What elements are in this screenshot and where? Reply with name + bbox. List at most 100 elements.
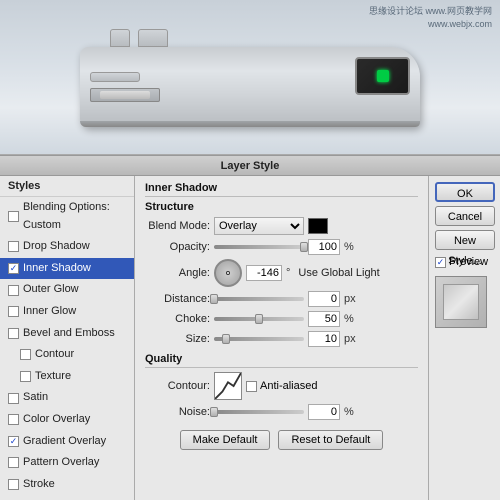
- style-item-blending-options[interactable]: Blending Options: Custom: [0, 197, 134, 236]
- choke-input[interactable]: [308, 311, 340, 327]
- noise-row: Noise: %: [145, 404, 418, 420]
- quality-section: Quality Contour: Anti-aliased: [145, 353, 418, 420]
- choke-row: Choke: %: [145, 311, 418, 327]
- angle-dial[interactable]: [214, 259, 242, 287]
- checkbox-satin[interactable]: [8, 393, 19, 404]
- noise-label: Noise:: [145, 406, 210, 418]
- blend-mode-row: Blend Mode: Overlay Normal Multiply Scre…: [145, 217, 418, 235]
- preview-row: ✓ Preview: [435, 256, 494, 268]
- checkbox-texture[interactable]: [20, 371, 31, 382]
- settings-panel: Inner Shadow Structure Blend Mode: Overl…: [135, 176, 428, 500]
- distance-slider[interactable]: [214, 297, 304, 301]
- style-label-texture: Texture: [35, 368, 71, 386]
- make-default-button[interactable]: Make Default: [180, 430, 271, 450]
- noise-input[interactable]: [308, 404, 340, 420]
- camera-body: [80, 47, 420, 127]
- angle-dot: [226, 271, 230, 275]
- style-label-inner-glow: Inner Glow: [23, 303, 76, 321]
- reset-to-default-button[interactable]: Reset to Default: [278, 430, 383, 450]
- style-item-satin[interactable]: Satin: [0, 387, 134, 409]
- blend-mode-label: Blend Mode:: [145, 220, 210, 232]
- action-panel: OK Cancel New Style... ✓ Preview: [428, 176, 500, 500]
- camera-button-1: [110, 29, 130, 47]
- angle-input[interactable]: [246, 265, 282, 281]
- style-item-inner-glow[interactable]: Inner Glow: [0, 301, 134, 323]
- preview-checkbox[interactable]: ✓: [435, 257, 446, 268]
- watermark-line2: www.webjx.com: [369, 18, 492, 31]
- anti-aliased-label: Anti-aliased: [260, 380, 317, 392]
- angle-unit: °: [286, 267, 290, 279]
- angle-row: Angle: ° Use Global Light: [145, 259, 418, 287]
- style-label-satin: Satin: [23, 389, 48, 407]
- blend-mode-select[interactable]: Overlay Normal Multiply Screen: [214, 217, 304, 235]
- checkbox-color-overlay[interactable]: [8, 414, 19, 425]
- style-label-blending-options: Blending Options: Custom: [23, 199, 126, 234]
- blend-color-swatch[interactable]: [308, 218, 328, 234]
- opacity-unit: %: [344, 241, 354, 253]
- checkbox-contour[interactable]: [20, 349, 31, 360]
- size-slider[interactable]: [214, 337, 304, 341]
- noise-unit: %: [344, 406, 354, 418]
- style-item-contour[interactable]: Contour: [0, 344, 134, 366]
- camera-button-2: [138, 29, 168, 47]
- size-row: Size: px: [145, 331, 418, 347]
- style-label-contour: Contour: [35, 346, 74, 364]
- checkbox-inner-glow[interactable]: [8, 306, 19, 317]
- style-label-color-overlay: Color Overlay: [23, 411, 90, 429]
- choke-label: Choke:: [145, 313, 210, 325]
- checkbox-pattern-overlay[interactable]: [8, 457, 19, 468]
- size-unit: px: [344, 333, 356, 345]
- bottom-buttons: Make Default Reset to Default: [145, 424, 418, 454]
- style-label-outer-glow: Outer Glow: [23, 281, 79, 299]
- checkbox-gradient-overlay[interactable]: ✓: [8, 436, 19, 447]
- style-item-outer-glow[interactable]: Outer Glow: [0, 279, 134, 301]
- checkbox-bevel-emboss[interactable]: [8, 328, 19, 339]
- camera-viewfinder: [355, 57, 410, 95]
- anti-aliased-checkbox[interactable]: [246, 381, 257, 392]
- style-item-gradient-overlay[interactable]: ✓ Gradient Overlay: [0, 431, 134, 453]
- checkbox-stroke[interactable]: [8, 479, 19, 490]
- style-item-stroke[interactable]: Stroke: [0, 474, 134, 496]
- choke-unit: %: [344, 313, 354, 325]
- style-label-gradient-overlay: Gradient Overlay: [23, 433, 106, 451]
- preview-inner: [443, 284, 479, 320]
- distance-input[interactable]: [308, 291, 340, 307]
- cancel-button[interactable]: Cancel: [435, 206, 495, 226]
- opacity-slider[interactable]: [214, 245, 304, 249]
- style-item-pattern-overlay[interactable]: Pattern Overlay: [0, 452, 134, 474]
- watermark-line1: 思缘设计论坛 www.网页教学网: [369, 5, 492, 18]
- contour-label: Contour:: [145, 380, 210, 392]
- inner-shadow-title: Inner Shadow: [145, 182, 418, 197]
- choke-slider[interactable]: [214, 317, 304, 321]
- camera-preview: 思缘设计论坛 www.网页教学网 www.webjx.com: [0, 0, 500, 155]
- contour-preview[interactable]: [214, 372, 242, 400]
- distance-unit: px: [344, 293, 356, 305]
- global-light-label: Use Global Light: [298, 267, 379, 279]
- style-label-inner-shadow: Inner Shadow: [23, 260, 91, 278]
- checkbox-blending-options[interactable]: [8, 211, 19, 222]
- ok-button[interactable]: OK: [435, 182, 495, 202]
- size-label: Size:: [145, 333, 210, 345]
- styles-panel: Styles Blending Options: CustomDrop Shad…: [0, 176, 135, 500]
- distance-row: Distance: px: [145, 291, 418, 307]
- noise-slider[interactable]: [214, 410, 304, 414]
- style-item-inner-shadow[interactable]: ✓ Inner Shadow: [0, 258, 134, 280]
- opacity-input[interactable]: 100: [308, 239, 340, 255]
- style-item-bevel-emboss[interactable]: Bevel and Emboss: [0, 323, 134, 345]
- structure-title: Structure: [145, 201, 418, 213]
- new-style-button[interactable]: New Style...: [435, 230, 495, 250]
- size-input[interactable]: [308, 331, 340, 347]
- style-item-drop-shadow[interactable]: Drop Shadow: [0, 236, 134, 258]
- style-label-drop-shadow: Drop Shadow: [23, 238, 90, 256]
- checkbox-drop-shadow[interactable]: [8, 241, 19, 252]
- style-label-bevel-emboss: Bevel and Emboss: [23, 325, 115, 343]
- opacity-label: Opacity:: [145, 241, 210, 253]
- style-item-texture[interactable]: Texture: [0, 366, 134, 388]
- style-item-color-overlay[interactable]: Color Overlay: [0, 409, 134, 431]
- checkbox-outer-glow[interactable]: [8, 285, 19, 296]
- layer-style-dialog: Layer Style Styles Blending Options: Cus…: [0, 155, 500, 500]
- quality-title: Quality: [145, 353, 418, 368]
- preview-box: [435, 276, 487, 328]
- checkbox-inner-shadow[interactable]: ✓: [8, 263, 19, 274]
- style-label-pattern-overlay: Pattern Overlay: [23, 454, 99, 472]
